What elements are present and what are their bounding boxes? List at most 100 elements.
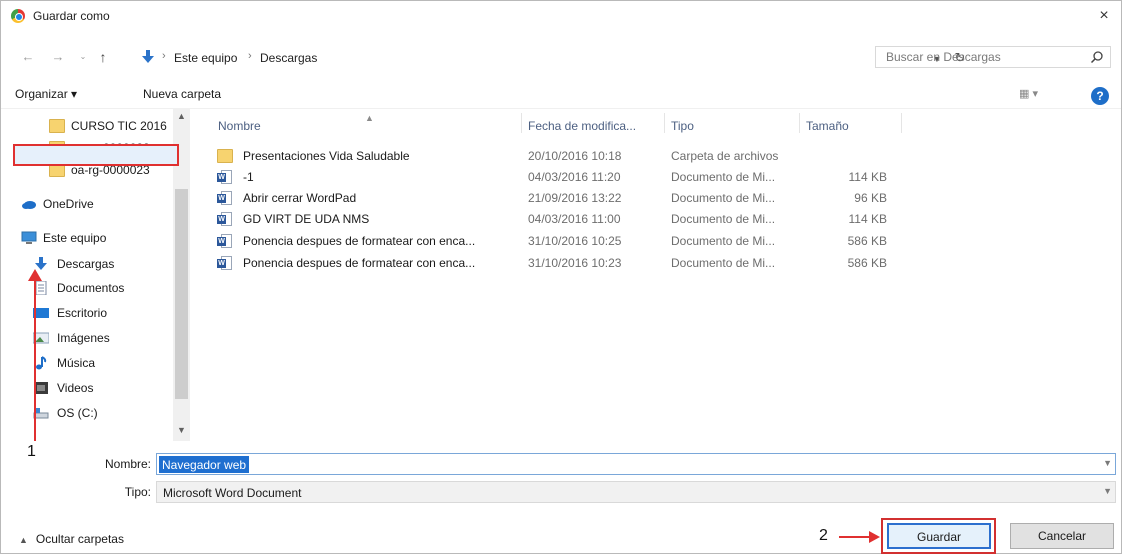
nav-item-onedrive[interactable]: OneDrive [1,193,173,215]
dialog-title: Guardar como [33,9,110,23]
nav-item-imagenes[interactable]: Imágenes [1,327,173,349]
nav-item-escritorio[interactable]: Escritorio [1,302,173,324]
file-row[interactable]: W Ponencia despues de formatear con enca… [213,230,913,251]
view-options-icon[interactable]: ▦ ▾ [1019,87,1059,103]
word-doc-icon: W [217,212,233,226]
column-divider[interactable] [664,113,665,133]
file-type-value: Microsoft Word Document [163,486,302,500]
search-icon[interactable] [1090,50,1104,64]
new-folder-button[interactable]: Nueva carpeta [143,87,221,101]
command-toolbar: Organizar ▾ Nueva carpeta ▦ ▾ ? [1,81,1121,109]
scroll-up-icon[interactable]: ▲ [175,111,188,123]
save-button[interactable]: Guardar [887,523,991,549]
file-row[interactable]: W Abrir cerrar WordPad 21/09/2016 13:22 … [213,187,913,208]
file-date: 04/03/2016 11:00 [528,212,621,226]
file-size: 114 KB [848,170,887,184]
file-row[interactable]: W -1 04/03/2016 11:20 Documento de Mi...… [213,166,913,187]
search-box[interactable] [875,46,1111,68]
file-name: -1 [243,170,254,184]
file-date: 31/10/2016 10:23 [528,256,622,270]
file-row[interactable]: W Ponencia despues de formatear con enca… [213,252,913,273]
column-header-date[interactable]: Fecha de modifica... [528,119,636,141]
file-type: Carpeta de archivos [671,149,779,163]
nav-item-label: Música [57,356,96,370]
chrome-icon [11,9,25,23]
close-button[interactable]: × [1091,3,1117,29]
breadcrumb-separator: › [248,50,252,62]
help-icon[interactable]: ? [1091,87,1109,105]
annotation-number-2: 2 [819,527,828,544]
nav-item-label: Videos [57,381,94,395]
descargas-highlight-box [13,144,179,166]
file-date: 20/10/2016 10:18 [528,149,622,163]
file-name: GD VIRT DE UDA NMS [243,212,370,226]
nav-item-descargas[interactable]: Descargas [1,253,173,275]
scroll-down-icon[interactable]: ▼ [175,425,188,437]
computer-icon [21,231,37,244]
file-type: Documento de Mi... [671,234,776,248]
back-arrow-icon[interactable]: ← [19,47,37,67]
file-name: Abrir cerrar WordPad [243,191,357,205]
column-header-type[interactable]: Tipo [671,119,694,141]
nav-item-label: Este equipo [43,231,107,245]
nav-item-label: CURSO TIC 2016 [71,119,167,133]
chevron-up-icon: ▲ [19,535,28,545]
nav-item-musica[interactable]: Música [1,352,173,374]
address-bar[interactable]: › Este equipo › Descargas ▼ ↻ [119,46,965,68]
annotation-number-1: 1 [27,443,36,460]
file-type: Documento de Mi... [671,191,776,205]
forward-arrow-icon[interactable]: → [49,47,67,67]
column-divider[interactable] [521,113,522,133]
column-divider[interactable] [799,113,800,133]
nav-item-documentos[interactable]: Documentos [1,277,173,299]
title-bar: Guardar como × [1,1,1121,31]
file-type-label: Tipo: [124,485,151,499]
column-header-size[interactable]: Tamaño [806,119,849,141]
file-name: Ponencia despues de formatear con enca..… [243,256,476,270]
chevron-down-icon[interactable]: ▼ [1103,486,1112,496]
organize-menu[interactable]: Organizar ▾ [15,87,77,101]
download-icon [142,50,154,63]
file-type: Documento de Mi... [671,212,776,226]
file-date: 31/10/2016 10:25 [528,234,622,248]
nav-item-label: OS (C:) [57,406,98,420]
column-header-name[interactable]: Nombre [218,119,261,141]
hide-folders-label: Ocultar carpetas [35,532,124,546]
word-doc-icon: W [217,234,233,248]
file-name-value[interactable]: Navegador web [159,456,250,473]
column-divider[interactable] [901,113,902,133]
nav-item-curso-tic[interactable]: CURSO TIC 2016 [1,115,173,137]
word-doc-icon: W [217,170,233,184]
breadcrumb-descargas[interactable]: Descargas [260,51,317,65]
nav-item-este-equipo[interactable]: Este equipo [1,227,173,249]
file-type: Documento de Mi... [671,170,776,184]
nav-item-os-c[interactable]: OS (C:) [1,402,173,424]
recent-locations-chevron-icon[interactable]: ⌄ [77,47,89,67]
breadcrumb-separator: › [162,50,166,62]
up-arrow-icon[interactable]: ↑ [94,47,112,67]
cloud-icon [22,201,36,209]
folder-icon [217,149,233,163]
file-name: Presentaciones Vida Saludable [243,149,410,163]
hide-folders-button[interactable]: ▲ Ocultar carpetas [19,532,124,546]
sort-caret-icon: ▲ [365,113,374,123]
breadcrumb-este-equipo[interactable]: Este equipo [174,51,237,65]
search-input[interactable] [876,47,1086,67]
word-doc-icon: W [217,256,233,270]
annotation-arrow-line [839,536,871,538]
file-row[interactable]: W GD VIRT DE UDA NMS 04/03/2016 11:00 Do… [213,208,913,229]
nav-item-videos[interactable]: Videos [1,377,173,399]
file-row[interactable]: Presentaciones Vida Saludable 20/10/2016… [213,145,913,166]
chevron-down-icon[interactable]: ▼ [1103,458,1112,468]
file-type-select[interactable]: Microsoft Word Document ▼ [156,481,1116,503]
nav-item-label: Imágenes [57,331,110,345]
cancel-button[interactable]: Cancelar [1010,523,1114,549]
file-date: 21/09/2016 13:22 [528,191,622,205]
nav-item-label: Escritorio [57,306,108,320]
nav-item-label: OneDrive [43,197,94,211]
file-name-field[interactable]: Navegador web ▼ [156,453,1116,475]
nav-item-label: Documentos [57,281,125,295]
file-size: 114 KB [848,212,887,226]
scroll-thumb[interactable] [175,189,188,399]
file-size: 586 KB [847,234,887,248]
